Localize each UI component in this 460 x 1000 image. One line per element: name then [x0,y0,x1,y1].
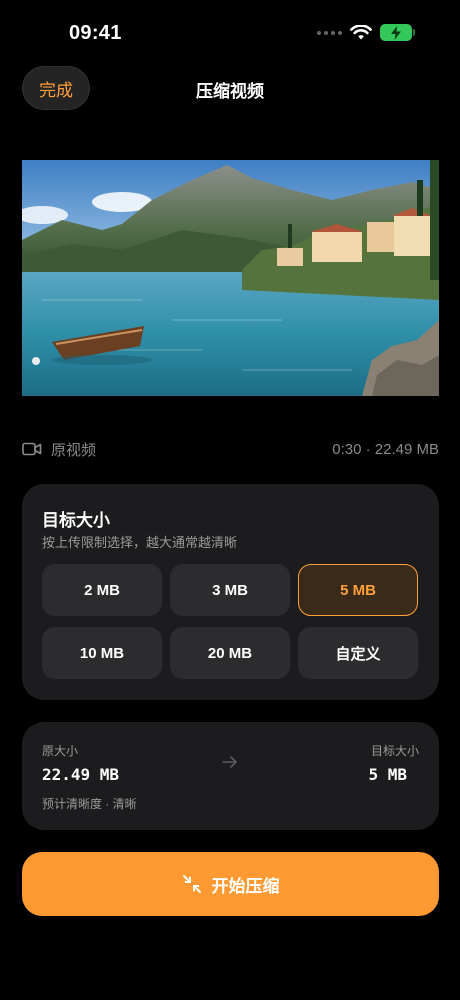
target-size-hint: 按上传限制选择，越大通常越清晰 [42,535,238,550]
status-bar: 09:41 [0,0,460,60]
start-compress-label: 开始压缩 [211,876,280,896]
status-icons [317,24,415,41]
original-video-label: 原视频 [51,441,97,459]
target-size-label: 目标大小 [370,744,419,758]
status-time: 09:41 [69,22,122,44]
battery-charging-icon [380,24,415,41]
target-size-card: 目标大小 按上传限制选择，越大通常越清晰 2 MB 3 MB 5 MB 10 M… [22,484,439,700]
signal-dots-icon [317,30,342,35]
size-option-20mb[interactable]: 20 MB [170,627,290,679]
video-camera-icon [22,442,42,456]
size-option-10mb[interactable]: 10 MB [42,627,162,679]
video-thumbnail[interactable] [22,160,439,396]
page-title: 压缩视频 [196,82,264,101]
wifi-icon [350,24,372,39]
size-option-2mb[interactable]: 2 MB [42,564,162,616]
lake-scene-image [22,160,439,396]
size-option-5mb[interactable]: 5 MB [298,564,418,616]
size-option-custom[interactable]: 自定义 [298,627,418,679]
arrow-right-icon [222,756,237,768]
compress-arrows-icon [182,875,201,893]
original-size-value: 22.49 MB [42,765,120,784]
size-summary-card: 原大小 22.49 MB 目标大小 5 MB 预计清晰度 · 清晰 [22,722,439,830]
video-meta-row: 原视频 0:30 · 22.49 MB [22,438,439,460]
start-compress-button[interactable]: 开始压缩 [22,852,439,916]
video-duration-size: 0:30 · 22.49 MB [332,440,439,458]
target-size-title: 目标大小 [42,511,110,530]
target-size-value: 5 MB [368,765,407,784]
original-size-label: 原大小 [42,744,79,758]
estimated-quality: 预计清晰度 · 清晰 [42,797,137,811]
size-option-3mb[interactable]: 3 MB [170,564,290,616]
